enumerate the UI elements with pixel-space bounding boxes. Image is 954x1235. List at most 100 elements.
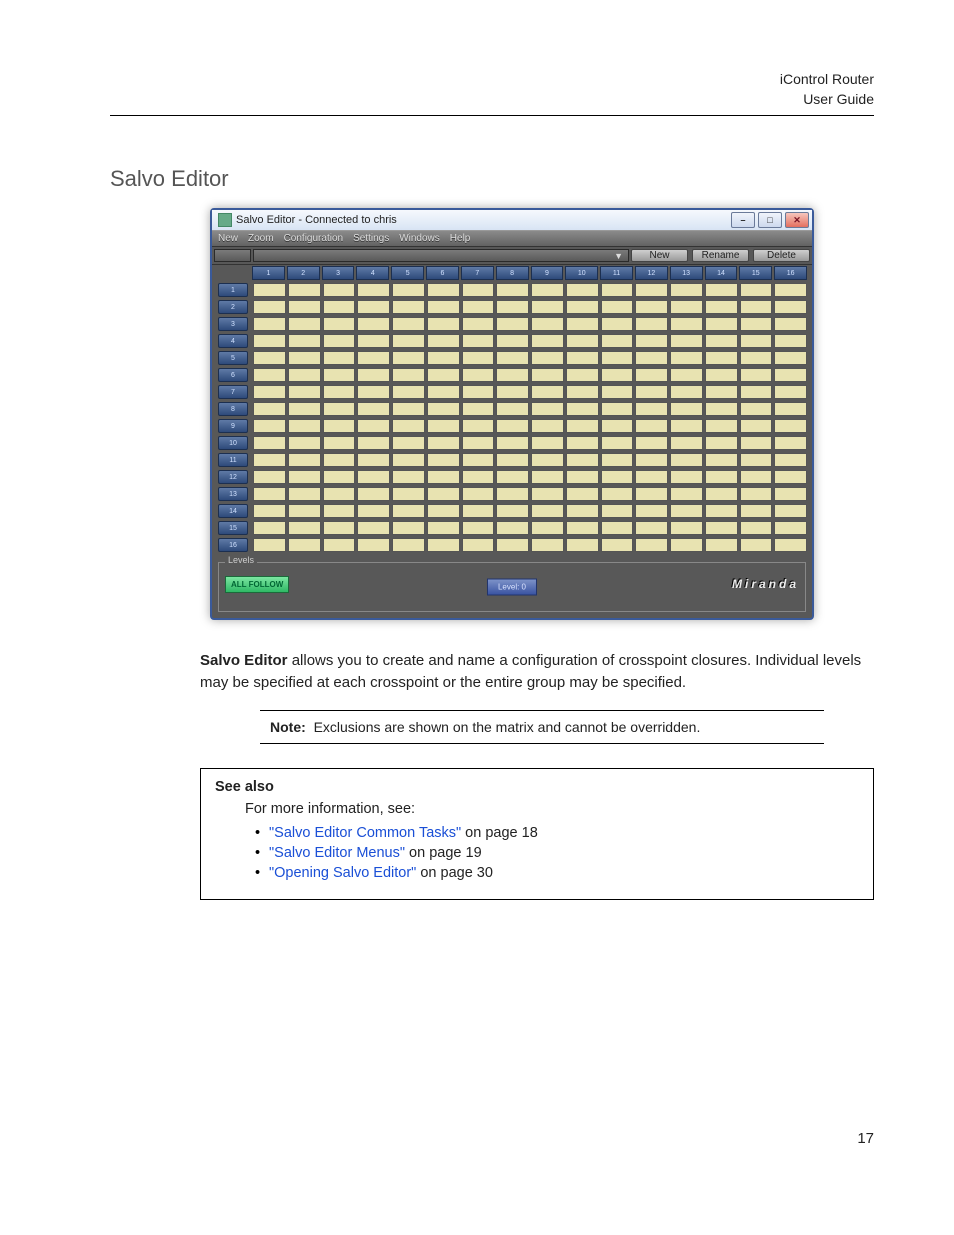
crosspoint-cell[interactable]	[601, 300, 634, 314]
crosspoint-cell[interactable]	[635, 334, 668, 348]
crosspoint-cell[interactable]	[670, 470, 703, 484]
crosspoint-cell[interactable]	[288, 470, 321, 484]
crosspoint-cell[interactable]	[740, 334, 773, 348]
grid-row-header[interactable]: 5	[218, 351, 248, 365]
crosspoint-cell[interactable]	[357, 283, 390, 297]
crosspoint-cell[interactable]	[253, 283, 286, 297]
crosspoint-cell[interactable]	[740, 470, 773, 484]
link-opening-salvo[interactable]: "Opening Salvo Editor"	[269, 865, 416, 881]
crosspoint-cell[interactable]	[427, 504, 460, 518]
crosspoint-cell[interactable]	[601, 504, 634, 518]
crosspoint-cell[interactable]	[323, 470, 356, 484]
crosspoint-cell[interactable]	[392, 419, 425, 433]
crosspoint-cell[interactable]	[462, 402, 495, 416]
crosspoint-cell[interactable]	[253, 521, 286, 535]
crosspoint-cell[interactable]	[774, 487, 807, 501]
crosspoint-cell[interactable]	[705, 385, 738, 399]
grid-column-header[interactable]: 1	[252, 266, 285, 280]
crosspoint-cell[interactable]	[740, 419, 773, 433]
crosspoint-cell[interactable]	[635, 368, 668, 382]
crosspoint-cell[interactable]	[531, 538, 564, 552]
link-salvo-menus[interactable]: "Salvo Editor Menus"	[269, 845, 405, 861]
grid-column-header[interactable]: 8	[496, 266, 529, 280]
crosspoint-cell[interactable]	[253, 300, 286, 314]
rename-button[interactable]: Rename	[692, 249, 749, 262]
crosspoint-cell[interactable]	[740, 521, 773, 535]
crosspoint-cell[interactable]	[323, 453, 356, 467]
crosspoint-cell[interactable]	[462, 368, 495, 382]
crosspoint-cell[interactable]	[427, 283, 460, 297]
crosspoint-cell[interactable]	[462, 334, 495, 348]
crosspoint-cell[interactable]	[253, 504, 286, 518]
crosspoint-cell[interactable]	[357, 300, 390, 314]
grid-row-header[interactable]: 3	[218, 317, 248, 331]
crosspoint-cell[interactable]	[635, 453, 668, 467]
crosspoint-cell[interactable]	[705, 419, 738, 433]
crosspoint-cell[interactable]	[462, 283, 495, 297]
crosspoint-cell[interactable]	[601, 368, 634, 382]
crosspoint-cell[interactable]	[635, 419, 668, 433]
grid-column-header[interactable]: 4	[356, 266, 389, 280]
crosspoint-cell[interactable]	[392, 368, 425, 382]
crosspoint-cell[interactable]	[566, 402, 599, 416]
crosspoint-cell[interactable]	[357, 436, 390, 450]
crosspoint-cell[interactable]	[462, 470, 495, 484]
crosspoint-cell[interactable]	[531, 300, 564, 314]
grid-column-header[interactable]: 5	[391, 266, 424, 280]
crosspoint-cell[interactable]	[496, 538, 529, 552]
grid-column-header[interactable]: 15	[739, 266, 772, 280]
crosspoint-cell[interactable]	[357, 385, 390, 399]
crosspoint-cell[interactable]	[670, 334, 703, 348]
crosspoint-cell[interactable]	[566, 368, 599, 382]
grid-row-header[interactable]: 8	[218, 402, 248, 416]
crosspoint-cell[interactable]	[427, 317, 460, 331]
crosspoint-cell[interactable]	[323, 521, 356, 535]
menu-settings[interactable]: Settings	[353, 233, 389, 244]
crosspoint-cell[interactable]	[670, 283, 703, 297]
crosspoint-cell[interactable]	[566, 504, 599, 518]
crosspoint-cell[interactable]	[392, 504, 425, 518]
crosspoint-cell[interactable]	[601, 470, 634, 484]
grid-column-header[interactable]: 11	[600, 266, 633, 280]
crosspoint-cell[interactable]	[462, 300, 495, 314]
crosspoint-cell[interactable]	[288, 419, 321, 433]
crosspoint-cell[interactable]	[705, 351, 738, 365]
crosspoint-cell[interactable]	[253, 538, 286, 552]
crosspoint-cell[interactable]	[357, 402, 390, 416]
crosspoint-cell[interactable]	[531, 402, 564, 416]
crosspoint-cell[interactable]	[462, 351, 495, 365]
crosspoint-cell[interactable]	[357, 470, 390, 484]
crosspoint-cell[interactable]	[427, 368, 460, 382]
crosspoint-cell[interactable]	[670, 300, 703, 314]
crosspoint-cell[interactable]	[357, 521, 390, 535]
crosspoint-cell[interactable]	[253, 470, 286, 484]
crosspoint-cell[interactable]	[740, 436, 773, 450]
crosspoint-cell[interactable]	[740, 317, 773, 331]
minimize-button[interactable]: –	[731, 212, 755, 228]
crosspoint-cell[interactable]	[566, 419, 599, 433]
crosspoint-cell[interactable]	[774, 300, 807, 314]
crosspoint-cell[interactable]	[392, 538, 425, 552]
crosspoint-cell[interactable]	[462, 453, 495, 467]
crosspoint-cell[interactable]	[288, 436, 321, 450]
level-indicator[interactable]: Level: 0	[487, 579, 537, 596]
crosspoint-cell[interactable]	[740, 538, 773, 552]
grid-column-header[interactable]: 13	[670, 266, 703, 280]
crosspoint-cell[interactable]	[357, 487, 390, 501]
grid-column-header[interactable]: 14	[705, 266, 738, 280]
crosspoint-cell[interactable]	[670, 368, 703, 382]
crosspoint-cell[interactable]	[288, 300, 321, 314]
crosspoint-cell[interactable]	[392, 351, 425, 365]
crosspoint-cell[interactable]	[427, 402, 460, 416]
crosspoint-cell[interactable]	[705, 283, 738, 297]
crosspoint-cell[interactable]	[253, 351, 286, 365]
crosspoint-cell[interactable]	[670, 453, 703, 467]
crosspoint-cell[interactable]	[496, 368, 529, 382]
grid-column-header[interactable]: 16	[774, 266, 807, 280]
crosspoint-cell[interactable]	[635, 351, 668, 365]
crosspoint-cell[interactable]	[357, 317, 390, 331]
crosspoint-cell[interactable]	[496, 317, 529, 331]
crosspoint-cell[interactable]	[774, 334, 807, 348]
crosspoint-cell[interactable]	[496, 521, 529, 535]
close-button[interactable]: ✕	[785, 212, 809, 228]
